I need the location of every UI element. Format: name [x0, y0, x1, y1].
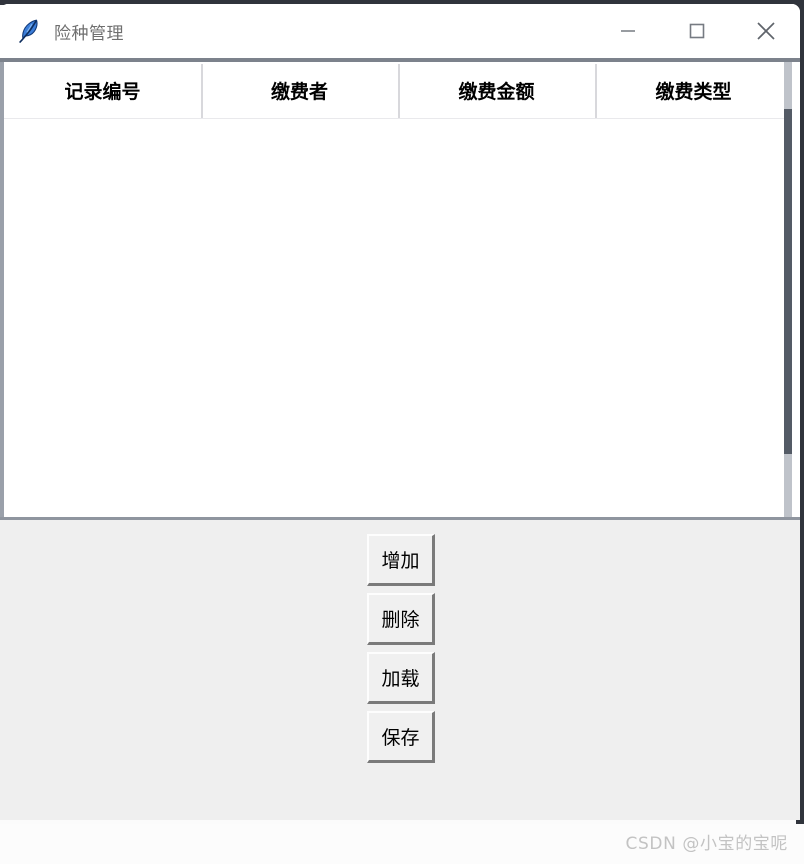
- column-header-record-id[interactable]: 记录编号: [4, 62, 201, 118]
- page-root: 险种管理 记录编号 缴费者 缴费金额 缴费类型 增加 删除 加载 保存 CSDN…: [0, 0, 804, 864]
- window-title: 险种管理: [54, 23, 124, 43]
- table-body-empty[interactable]: [4, 119, 792, 517]
- column-header-payment-type[interactable]: 缴费类型: [595, 62, 792, 118]
- window-controls: [593, 4, 800, 58]
- maximize-button[interactable]: [662, 4, 731, 58]
- action-button-column: 增加 删除 加载 保存: [367, 534, 435, 770]
- vertical-scrollbar[interactable]: [784, 62, 792, 517]
- delete-button[interactable]: 删除: [367, 593, 435, 645]
- close-button[interactable]: [731, 4, 800, 58]
- save-button[interactable]: 保存: [367, 711, 435, 763]
- add-button[interactable]: 增加: [367, 534, 435, 586]
- feather-icon: [14, 16, 44, 46]
- vertical-scrollbar-thumb[interactable]: [784, 109, 792, 454]
- csdn-watermark: CSDN @小宝的宝呢: [625, 834, 788, 854]
- action-panel: 增加 删除 加载 保存: [0, 517, 800, 820]
- column-header-payer[interactable]: 缴费者: [201, 62, 398, 118]
- records-table: 记录编号 缴费者 缴费金额 缴费类型: [4, 62, 792, 517]
- table-header-row: 记录编号 缴费者 缴费金额 缴费类型: [4, 62, 792, 119]
- title-bar[interactable]: 险种管理: [0, 4, 800, 58]
- load-button[interactable]: 加载: [367, 652, 435, 704]
- column-header-amount[interactable]: 缴费金额: [398, 62, 595, 118]
- application-window: 险种管理 记录编号 缴费者 缴费金额 缴费类型 增加 删除 加载 保存: [0, 4, 800, 820]
- minimize-button[interactable]: [593, 4, 662, 58]
